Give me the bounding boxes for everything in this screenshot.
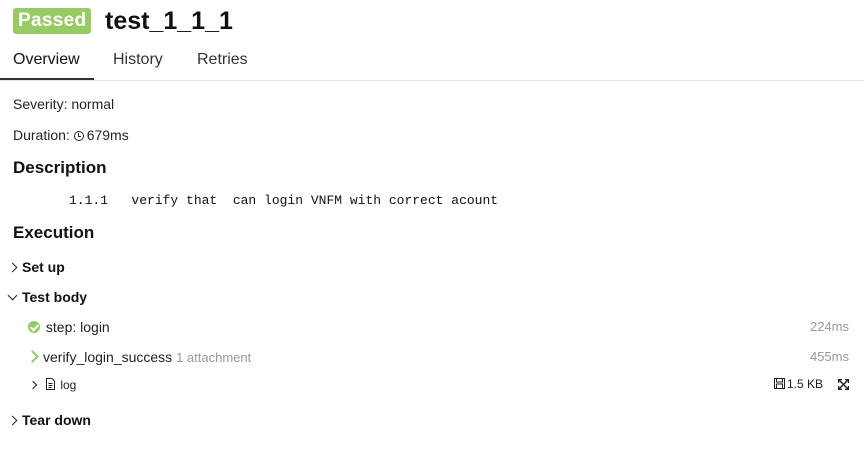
- severity-value: normal: [71, 96, 115, 112]
- file-text-icon: [46, 378, 56, 390]
- chevron-down-icon: [7, 290, 18, 301]
- expand-icon[interactable]: [838, 379, 849, 390]
- check-circle-icon: [28, 321, 40, 333]
- tab-retries[interactable]: Retries: [197, 44, 248, 80]
- step-name: verify_login_success: [43, 349, 173, 365]
- duration-label: Duration:: [13, 127, 70, 143]
- attachment-log[interactable]: log: [28, 377, 77, 392]
- test-body-label: Test body: [22, 289, 88, 305]
- chevron-right-icon: [7, 415, 18, 426]
- duration-value: 679ms: [86, 127, 129, 143]
- description-text: 1.1.1 verify that can login VNFM with co…: [69, 193, 499, 208]
- status-badge: Passed: [13, 8, 92, 34]
- attachment-name: log: [60, 378, 77, 392]
- test-title: test_1_1_1: [105, 7, 233, 35]
- chevron-right-icon: [7, 262, 18, 273]
- step-duration: 455ms: [809, 349, 849, 364]
- setup-stage[interactable]: Set up: [7, 259, 65, 275]
- tab-history[interactable]: History: [113, 44, 163, 80]
- chevron-right-icon: [28, 380, 38, 390]
- test-body-stage[interactable]: Test body: [7, 289, 88, 305]
- clock-icon: [73, 131, 84, 141]
- attachment-size-row: 1.5 KB: [774, 377, 823, 391]
- severity-row: Severity: normal: [13, 96, 114, 112]
- tab-bar: Overview History Retries: [0, 44, 864, 81]
- save-icon: [774, 378, 785, 389]
- execution-heading: Execution: [13, 223, 95, 242]
- tab-overview[interactable]: Overview: [0, 44, 94, 80]
- step-name: step: login: [45, 319, 110, 335]
- attachment-count: 1 attachment: [176, 350, 252, 365]
- teardown-stage[interactable]: Tear down: [7, 412, 91, 428]
- step-verify-login-success[interactable]: verify_login_success 1 attachment: [26, 349, 252, 365]
- step-login[interactable]: step: login: [28, 319, 110, 335]
- chevron-right-icon: [26, 350, 39, 363]
- description-heading: Description: [13, 158, 107, 177]
- duration-row: Duration: 679ms: [13, 127, 129, 143]
- attachment-size: 1.5 KB: [787, 377, 824, 391]
- setup-label: Set up: [22, 259, 65, 275]
- teardown-label: Tear down: [22, 412, 91, 428]
- severity-label: Severity:: [13, 96, 68, 112]
- step-duration: 224ms: [809, 319, 849, 334]
